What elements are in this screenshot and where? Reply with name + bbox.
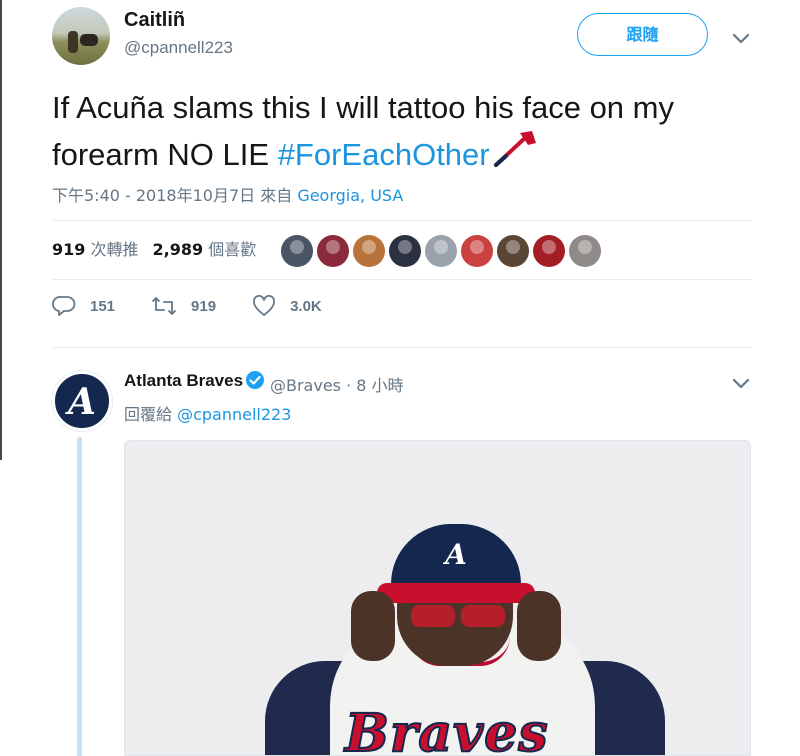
like-button[interactable]: 3.0K [252,295,322,317]
tweet-timestamp[interactable]: 下午5:40 - 2018年10月7日 來自 [52,186,297,205]
liker-avatar-face [506,240,520,254]
reply-to-label: 回覆給 [124,405,178,424]
retweet-count: 919 [52,240,86,259]
thread-line [77,437,82,756]
verified-badge-icon [245,370,265,395]
divider [52,220,752,221]
reply-to-mention[interactable]: @cpannell223 [177,405,291,424]
author-name[interactable]: Caitliñ [124,9,185,32]
reply-handle-time[interactable]: @Braves · 8 小時 [270,372,404,396]
liker-avatar-face [578,240,592,254]
retweet-action-count: 919 [191,297,217,315]
chevron-down-icon[interactable] [730,27,752,49]
reply-author-name[interactable]: Atlanta Braves [124,371,243,391]
liker-avatar-face [290,240,304,254]
retweet-label: 次轉推 [90,240,139,259]
liker-avatar[interactable] [389,235,421,267]
retweet-icon [152,297,176,315]
player-hand [351,591,395,661]
braves-logo-letter: A [68,381,96,423]
liker-avatar-face [326,240,340,254]
liker-avatar[interactable] [461,235,493,267]
reply-icon [52,296,76,316]
author-handle[interactable]: @cpannell223 [124,38,233,58]
braves-avatar[interactable]: A [52,371,112,431]
liker-avatar[interactable] [569,235,601,267]
cap-brim [377,583,535,603]
like-label: 個喜歡 [208,240,257,259]
liker-avatar-face [362,240,376,254]
hashtag-link[interactable]: #ForEachOther [278,137,490,172]
sunglasses-lens [411,605,455,627]
avatar-dog [80,34,98,46]
liker-avatar[interactable] [533,235,565,267]
divider [52,347,752,348]
liker-avatar[interactable] [425,235,457,267]
liker-avatar-face [542,240,556,254]
liker-avatars [281,235,601,267]
follow-button[interactable]: 跟隨 [577,13,708,56]
retweet-button[interactable]: 919 [151,295,216,317]
cap-logo-letter: A [445,538,467,571]
liker-avatar[interactable] [497,235,529,267]
reply-button[interactable]: 151 [52,295,115,317]
tomahawk-emoji-icon [492,129,538,180]
jersey-lettering: Braves [344,702,549,756]
tweet-actions: 151 919 3.0K [52,295,358,317]
reply-count: 151 [90,297,116,315]
liker-avatar[interactable] [353,235,385,267]
reply-to-line: 回覆給 @cpannell223 [124,401,291,425]
window-edge [0,0,2,460]
liker-avatar-face [470,240,484,254]
tweet-location[interactable]: Georgia, USA [297,186,403,205]
tweet-stats: 919 次轉推 2,989 個喜歡 [52,236,256,260]
retweet-stat[interactable]: 919 次轉推 [52,236,139,260]
liker-avatar[interactable] [317,235,349,267]
liker-avatar-face [434,240,448,254]
avatar-figure [68,31,78,53]
author-avatar[interactable] [52,7,110,65]
sunglasses-lens [461,605,505,627]
tweet-text: If Acuña slams this I will tattoo his fa… [52,86,762,180]
liker-avatar-face [398,240,412,254]
player-hand [517,591,561,661]
divider [52,279,752,280]
like-stat[interactable]: 2,989 個喜歡 [153,236,257,260]
reply-media-gif[interactable]: A Braves [124,440,751,756]
tweet-meta: 下午5:40 - 2018年10月7日 來自 Georgia, USA [52,182,403,206]
like-icon [253,295,276,316]
chevron-down-icon[interactable] [730,372,752,394]
like-count: 2,989 [152,240,204,259]
like-action-count: 3.0K [290,297,322,315]
liker-avatar[interactable] [281,235,313,267]
